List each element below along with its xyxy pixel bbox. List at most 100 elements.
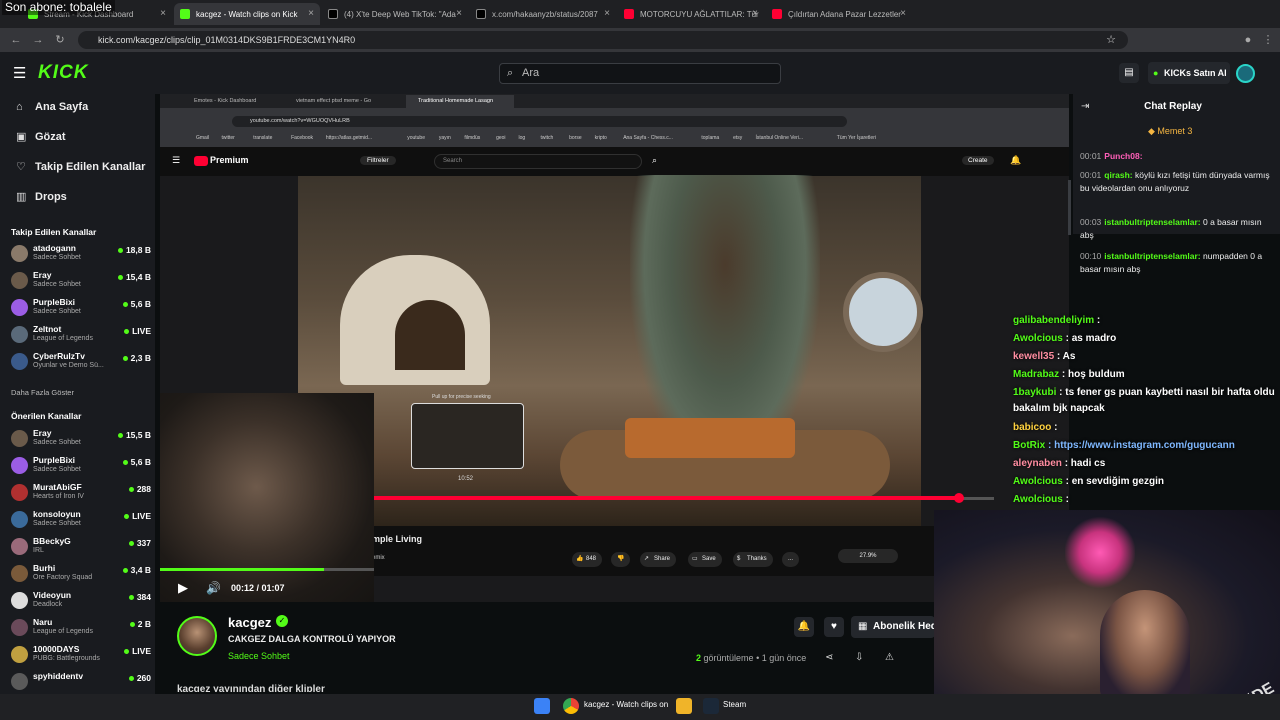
hamburger-menu-icon[interactable]: ☰ (13, 64, 26, 82)
show-more-link[interactable]: Daha Fazla Göster (11, 388, 74, 397)
reload-icon[interactable]: ↻ (52, 31, 68, 49)
bookmark-item: İstanbul Online Veri... (755, 135, 804, 141)
browser-tab[interactable]: Çıldırtan Adana Pazar Lezzetler × (766, 3, 912, 25)
taskbar-steam-label[interactable]: Steam (723, 700, 746, 709)
volume-icon[interactable]: 🔊 (206, 581, 221, 595)
channel-category: Sadece Sohbet (33, 308, 81, 315)
notification-bell-icon[interactable]: 🔔 (794, 617, 814, 637)
overlay-chat-message: kewell35 : As (1013, 348, 1075, 366)
channel-avatar (11, 353, 28, 370)
channel-item[interactable]: Eray Sadece Sohbet 15,4 B (11, 270, 151, 292)
share-icon[interactable]: ⋖ (825, 652, 833, 663)
channel-category: Sadece Sohbet (33, 254, 81, 261)
close-tab-icon[interactable]: × (308, 8, 314, 19)
channel-item[interactable]: Burhi Ore Factory Squad 3,4 B (11, 563, 151, 585)
chat-message: 00:01 qirash: köylü kızı fetişi tüm dünya… (1080, 169, 1270, 195)
overlay-chat-message: galibabendeliyim : (1013, 312, 1100, 330)
channel-item[interactable]: MuratAbiGF Hearts of Iron IV 288 (11, 482, 151, 504)
channel-avatar (11, 673, 28, 690)
nav-browse[interactable]: ▣ Gözat (16, 129, 66, 145)
channel-item[interactable]: Eray Sadece Sohbet 15,5 B (11, 428, 151, 450)
channel-category: IRL (33, 547, 44, 554)
browser-tab[interactable]: MOTORCUYU AĞLATTILAR: Tür × (618, 3, 764, 25)
close-tab-icon[interactable]: × (900, 8, 906, 19)
file-explorer-icon[interactable] (676, 698, 692, 714)
back-icon[interactable]: ← (8, 31, 24, 49)
forward-icon[interactable]: → (30, 31, 46, 49)
bookmark-star-icon[interactable]: ☆ (1103, 31, 1119, 49)
chat-username[interactable]: qirash: (1104, 170, 1135, 180)
overlay-chat-text: : https://www.instagram.com/gugucann (1048, 440, 1235, 451)
close-tab-icon[interactable]: × (604, 8, 610, 19)
close-tab-icon[interactable]: × (456, 8, 462, 19)
channel-avatar (11, 619, 28, 636)
channel-category: Oyunlar ve Demo Sü... (33, 362, 104, 369)
channel-item[interactable]: Videoyun Deadlock 384 (11, 590, 151, 612)
clip-category[interactable]: Sadece Sohbet (228, 651, 290, 661)
channel-item[interactable]: CyberRulzTv Oyunlar ve Demo Sü... 2,3 B (11, 351, 151, 373)
menu-kebab-icon[interactable]: ⋮ (1260, 31, 1276, 49)
search-input[interactable]: ⌕ Ara (499, 63, 781, 84)
follow-heart-icon[interactable]: ♥ (824, 617, 844, 637)
channel-item[interactable]: BBeckyG IRL 337 (11, 536, 151, 558)
address-bar[interactable]: kick.com/kacgez/clips/clip_01M0314DKS9B1… (78, 31, 1128, 49)
close-tab-icon[interactable]: × (752, 8, 758, 19)
overlay-chat-text: : (1096, 315, 1101, 326)
windows-start-icon[interactable] (534, 698, 550, 714)
channel-item[interactable]: PurpleBixi Sadece Sohbet 5,6 B (11, 297, 151, 319)
chat-message: 00:01 Punch08: (1080, 150, 1270, 163)
browser-tab[interactable]: (4) X'te Deep Web TikTok: "Ada × (322, 3, 468, 25)
close-tab-icon[interactable]: × (160, 8, 166, 19)
play-icon[interactable]: ▶ (178, 580, 188, 596)
channel-viewers: 384 (129, 592, 151, 602)
report-icon[interactable]: ⚠ (885, 652, 894, 663)
chat-username[interactable]: istanbultriptenselamlar: (1104, 251, 1203, 261)
channel-item[interactable]: spyhiddentv 260 (11, 671, 151, 693)
profile-icon[interactable]: ● (1240, 31, 1256, 49)
channel-item[interactable]: 10000DAYS PUBG: Battlegrounds LIVE (11, 644, 151, 666)
download-icon[interactable]: ⇩ (855, 652, 863, 663)
channel-category: Ore Factory Squad (33, 574, 93, 581)
channel-item[interactable]: PurpleBixi Sadece Sohbet 5,6 B (11, 455, 151, 477)
overlay-chat-message: bakalım bjk napcak (1013, 400, 1105, 418)
chat-scrollbar[interactable] (1068, 180, 1071, 235)
gift-subscription-button[interactable]: ▦ Abonelik Hediye Et (851, 616, 935, 638)
channel-item[interactable]: atadogann Sadece Sohbet 18,8 B (11, 243, 151, 265)
steam-icon[interactable] (703, 698, 719, 714)
overlay-chat-username: kewell35 (1013, 351, 1057, 362)
channel-avatar[interactable] (177, 616, 217, 656)
channel-name: BBeckyG (33, 536, 71, 546)
thumbs-down-icon: 👎 (617, 556, 625, 562)
yt-create-button: Create (962, 156, 994, 165)
chrome-icon[interactable] (563, 698, 579, 714)
channel-name: 10000DAYS (33, 644, 80, 654)
taskbar-chrome-label[interactable]: kacgez - Watch clips on (584, 700, 668, 709)
chat-username[interactable]: Punch08: (1104, 151, 1142, 161)
nav-drops[interactable]: ▥ Drops (16, 189, 67, 205)
chat-username[interactable]: istanbultriptenselamlar: (1104, 217, 1203, 227)
overlay-chat-text: : (1054, 422, 1058, 433)
nav-home[interactable]: ⌂ Ana Sayfa (16, 99, 88, 115)
channel-item[interactable]: konsoloyun Sadece Sohbet LIVE (11, 509, 151, 531)
channel-category: Sadece Sohbet (33, 466, 81, 473)
channel-viewers: 288 (129, 484, 151, 494)
bookmark-item: Facebook (291, 135, 314, 141)
x-favicon-icon (476, 9, 486, 19)
browser-tab[interactable]: x.com/hakaanyzb/status/2087 × (470, 3, 616, 25)
channel-name: MuratAbiGF (33, 482, 82, 492)
channel-name[interactable]: kacgez (228, 615, 271, 630)
browser-tab-active[interactable]: kacgez - Watch clips on Kick × (174, 3, 320, 25)
kick-logo[interactable]: KICK (38, 62, 88, 84)
overlay-chat-text: bakalım bjk napcak (1013, 403, 1105, 414)
user-avatar[interactable] (1236, 64, 1255, 83)
nav-following[interactable]: ♡ Takip Edilen Kanallar (16, 159, 145, 175)
channel-category: Sadece Sohbet (33, 520, 81, 527)
embedded-tab: Emotes - Kick Dashboard (194, 98, 257, 104)
channel-item[interactable]: Naru League of Legends 2 B (11, 617, 151, 639)
buy-kicks-button[interactable]: ● KICKs Satın Al (1148, 62, 1230, 84)
channel-item[interactable]: Zeltnot League of Legends LIVE (11, 324, 151, 346)
bookmark-item: borse (569, 135, 582, 141)
library-icon[interactable]: ▤ (1119, 63, 1139, 83)
channel-name: CyberRulzTv (33, 351, 85, 361)
overlay-chat-message: Awolcious : (1013, 491, 1069, 509)
